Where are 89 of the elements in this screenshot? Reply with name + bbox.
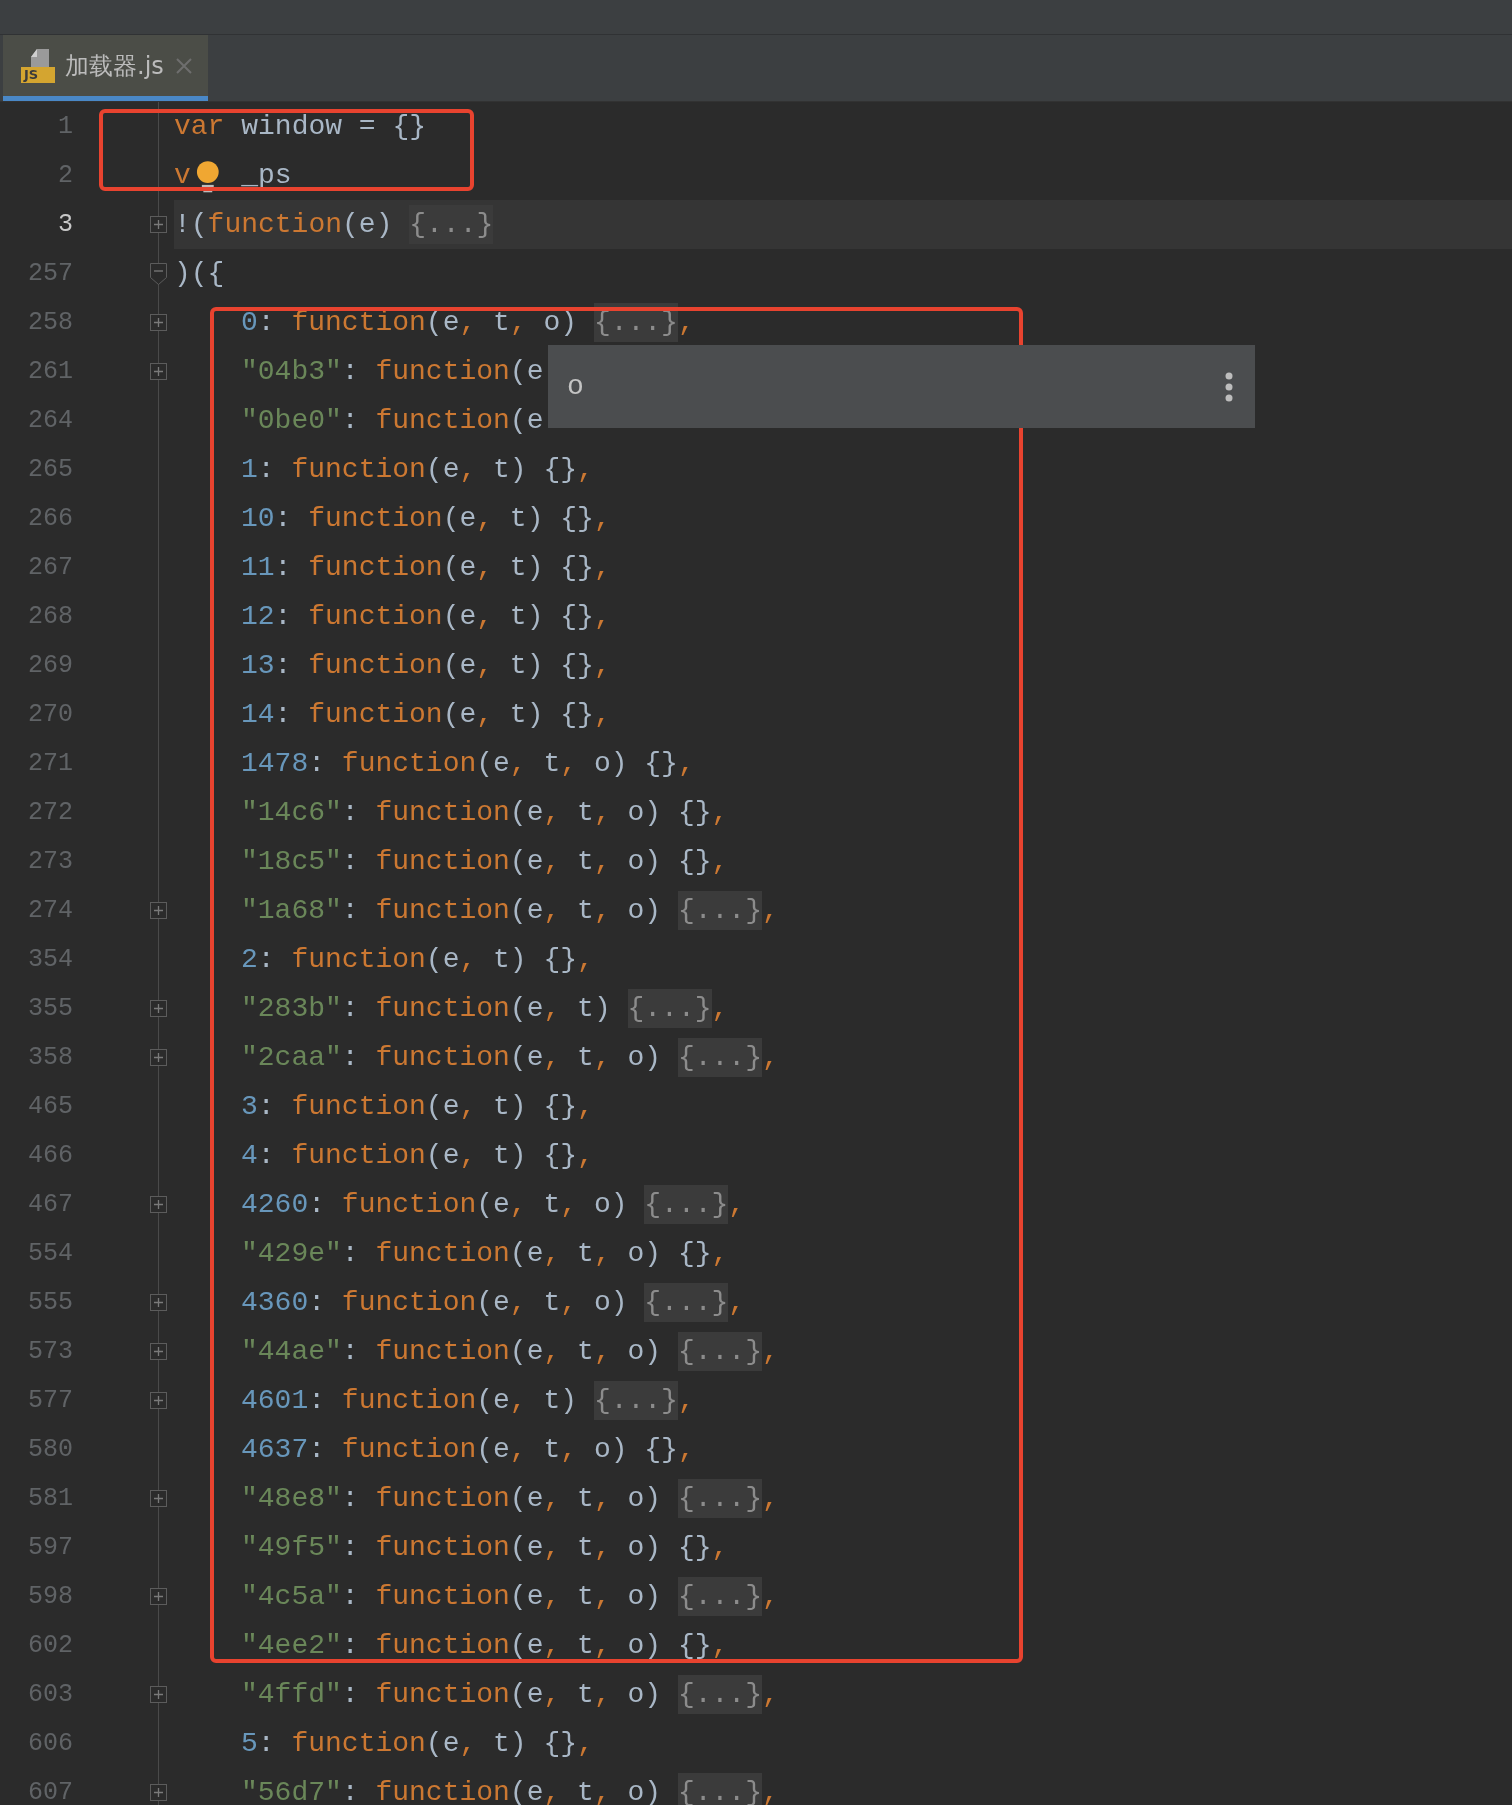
- line-number: 261: [27, 357, 73, 386]
- line-number: 580: [27, 1435, 73, 1464]
- more-icon[interactable]: [1225, 371, 1233, 402]
- code-line: !(function(e) {...}: [174, 200, 494, 249]
- line-number: 3: [57, 210, 73, 239]
- line-number: 573: [27, 1337, 73, 1366]
- code-line: 11: function(e, t) {},: [241, 551, 611, 585]
- code-line: 4260: function(e, t, o) {...},: [241, 1180, 746, 1229]
- line-number: 355: [27, 994, 73, 1023]
- line-number: 602: [27, 1631, 73, 1660]
- code-line: "44ae": function(e, t, o) {...},: [241, 1327, 779, 1376]
- tab-title: 加载器.js: [65, 50, 164, 82]
- code-line: 1: function(e, t) {},: [241, 453, 594, 487]
- line-number: 273: [27, 847, 73, 876]
- line-number: 2: [57, 161, 73, 190]
- line-number: 269: [27, 651, 73, 680]
- code-line: "1a68": function(e, t, o) {...},: [241, 886, 779, 935]
- expand-icon[interactable]: [150, 1000, 167, 1017]
- code-line: 13: function(e, t) {},: [241, 649, 611, 683]
- code-line: "4ffd": function(e, t, o) {...},: [241, 1670, 779, 1719]
- expand-icon[interactable]: [150, 1784, 167, 1801]
- expand-icon[interactable]: [150, 902, 167, 919]
- line-number: 577: [27, 1386, 73, 1415]
- code-line: 12: function(e, t) {},: [241, 600, 611, 634]
- code-line: "14c6": function(e, t, o) {},: [241, 796, 729, 830]
- code-line: 10: function(e, t) {},: [241, 502, 611, 536]
- expand-icon[interactable]: [150, 216, 167, 233]
- expand-icon[interactable]: [150, 1392, 167, 1409]
- line-number: 267: [27, 553, 73, 582]
- code-line: "4c5a": function(e, t, o) {...},: [241, 1572, 779, 1621]
- code-text: v: [174, 160, 191, 191]
- code-line: 14: function(e, t) {},: [241, 698, 611, 732]
- code-line: "49f5": function(e, t, o) {},: [241, 1531, 729, 1565]
- expand-icon[interactable]: [150, 1588, 167, 1605]
- file-tab[interactable]: JS 加载器.js: [3, 35, 208, 101]
- expand-icon[interactable]: [150, 363, 167, 380]
- expand-icon[interactable]: [150, 1196, 167, 1213]
- line-number: 265: [27, 455, 73, 484]
- expand-icon[interactable]: [150, 1343, 167, 1360]
- code-line: 5: function(e, t) {},: [241, 1727, 594, 1761]
- code-line: 4637: function(e, t, o) {},: [241, 1433, 695, 1467]
- code-line: "56d7": function(e, t, o) {...},: [241, 1768, 779, 1805]
- expand-icon[interactable]: [150, 1294, 167, 1311]
- code-line: var window = {}: [174, 110, 427, 144]
- code-line: "283b": function(e, t) {...},: [241, 984, 729, 1033]
- code-line: "4ee2": function(e, t, o) {},: [241, 1629, 729, 1663]
- line-number: 467: [27, 1190, 73, 1219]
- line-number: 597: [27, 1533, 73, 1562]
- line-number: 554: [27, 1239, 73, 1268]
- code-line: 4: function(e, t) {},: [241, 1139, 594, 1173]
- code-line: 1478: function(e, t, o) {},: [241, 747, 695, 781]
- code-line: "04b3": function(e: [241, 355, 544, 389]
- line-number: 555: [27, 1288, 73, 1317]
- line-number: 268: [27, 602, 73, 631]
- code-line: 4601: function(e, t) {...},: [241, 1376, 695, 1425]
- code-text: _ps: [240, 160, 292, 191]
- line-number: 266: [27, 504, 73, 533]
- line-number: 271: [27, 749, 73, 778]
- line-number: 465: [27, 1092, 73, 1121]
- line-number: 264: [27, 406, 73, 435]
- expand-icon[interactable]: [150, 1686, 167, 1703]
- line-number: 607: [27, 1778, 73, 1805]
- expand-icon[interactable]: [150, 314, 167, 331]
- code-line: "0be0": function(e: [241, 404, 544, 438]
- line-number: 581: [27, 1484, 73, 1513]
- line-number: 270: [27, 700, 73, 729]
- tooltip-text: o: [567, 371, 584, 402]
- code-line: 3: function(e, t) {},: [241, 1090, 594, 1124]
- code-line: )({: [174, 257, 225, 291]
- line-number: 274: [27, 896, 73, 925]
- code-line: 2: function(e, t) {},: [241, 943, 594, 977]
- code-line: 4360: function(e, t, o) {...},: [241, 1278, 746, 1327]
- line-number: 358: [27, 1043, 73, 1072]
- code-line: "429e": function(e, t, o) {},: [241, 1237, 729, 1271]
- line-number: 354: [27, 945, 73, 974]
- line-number: 466: [27, 1141, 73, 1170]
- code-line: "18c5": function(e, t, o) {},: [241, 845, 729, 879]
- line-number: 258: [27, 308, 73, 337]
- code-line: "2caa": function(e, t, o) {...},: [241, 1033, 779, 1082]
- line-number: 1: [57, 112, 73, 141]
- line-number: 257: [27, 259, 73, 288]
- line-number: 606: [27, 1729, 73, 1758]
- expand-icon[interactable]: [150, 1049, 167, 1066]
- line-number: 598: [27, 1582, 73, 1611]
- expand-icon[interactable]: [150, 1490, 167, 1507]
- code-line: "48e8": function(e, t, o) {...},: [241, 1474, 779, 1523]
- collapse-icon[interactable]: [150, 262, 167, 285]
- line-number: 603: [27, 1680, 73, 1709]
- line-number: 272: [27, 798, 73, 827]
